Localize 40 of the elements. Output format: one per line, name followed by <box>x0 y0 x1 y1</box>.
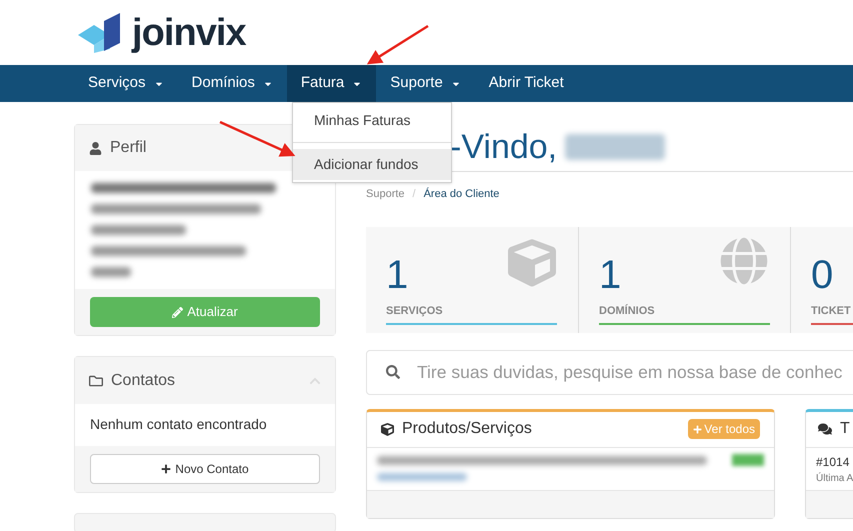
stat-value: 1 <box>386 254 408 294</box>
panel-title: Perfil <box>110 138 146 158</box>
panel-title: Contatos <box>111 370 176 390</box>
nav-item[interactable]: Suporte <box>376 65 475 102</box>
plus-icon <box>161 464 172 474</box>
pencil-icon <box>172 306 184 318</box>
nav-item[interactable]: Abrir Ticket <box>474 65 578 102</box>
annotation-arrow <box>366 24 429 64</box>
ticket-number: #1014 <box>816 454 850 470</box>
menu-item[interactable]: Adicionar fundos <box>293 149 451 180</box>
search-icon <box>386 364 400 378</box>
blurred-text <box>91 267 131 277</box>
cube-icon <box>508 238 556 286</box>
logo-text: joinvix <box>132 14 246 52</box>
panel-title: Produtos/Serviços <box>402 419 533 439</box>
empty-message: Nenhum contato encontrado <box>90 416 267 432</box>
nav-item[interactable]: Serviços <box>74 65 178 102</box>
user-icon <box>89 142 102 154</box>
globe-icon <box>720 236 768 284</box>
nav-item[interactable]: Domínios <box>178 65 287 102</box>
breadcrumb-link[interactable]: Suporte <box>366 186 405 202</box>
folder-icon <box>89 374 103 388</box>
nav-item[interactable]: Fatura <box>286 65 376 102</box>
stat-label: DOMÍNIOS <box>599 303 655 318</box>
panel-title: T <box>840 419 850 439</box>
plus-icon <box>693 424 702 434</box>
menu-item[interactable]: Minhas Faturas <box>293 105 451 136</box>
breadcrumb-link[interactable]: Área do Cliente <box>424 186 500 202</box>
ticket-update: Última A <box>816 471 853 486</box>
cube-icon <box>381 422 394 436</box>
status-badge <box>732 454 764 466</box>
stat-value: 0 <box>811 254 834 294</box>
breadcrumb-separator: / <box>412 187 416 202</box>
stat-label: TICKET <box>811 304 851 318</box>
stat-value: 1 <box>599 254 622 294</box>
new-contact-button[interactable]: Novo Contato <box>90 454 320 484</box>
stat-label: SERVIÇOS <box>386 304 443 318</box>
comments-icon <box>818 422 832 436</box>
search-field[interactable]: Tire suas duvidas, pesquise em nossa base de conhec <box>366 350 853 394</box>
welcome-heading: -Vindo, <box>450 130 558 164</box>
